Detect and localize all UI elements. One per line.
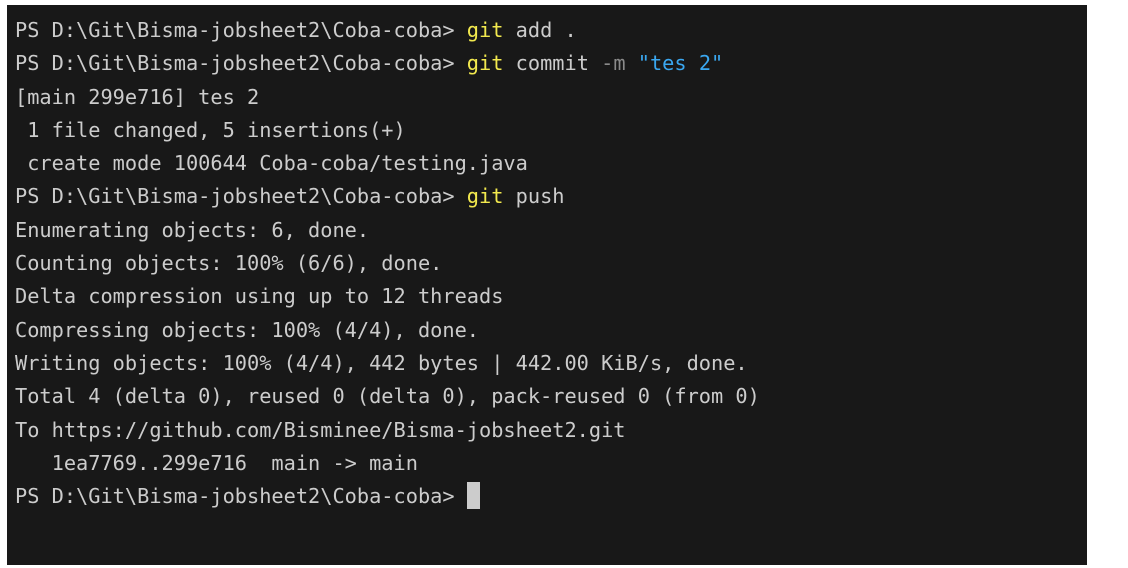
terminal-line: 1 file changed, 5 insertions(+)	[15, 114, 1087, 147]
output-text: Delta compression using up to 12 threads	[15, 284, 504, 309]
terminal-line: Enumerating objects: 6, done.	[15, 214, 1087, 247]
output-text: Writing objects: 100% (4/4), 442 bytes |…	[15, 350, 748, 375]
text-cursor	[466, 482, 480, 510]
command-args: commit	[503, 51, 602, 76]
terminal-line: PS D:\Git\Bisma-jobsheet2\Coba-coba> git…	[15, 14, 1087, 47]
output-text: create mode 100644 Coba-coba/testing.jav…	[15, 151, 528, 176]
prompt-text: PS D:\Git\Bisma-jobsheet2\Coba-coba>	[15, 51, 467, 76]
terminal-line: Counting objects: 100% (6/6), done.	[15, 247, 1087, 280]
command-args: push	[503, 184, 565, 209]
output-text: Enumerating objects: 6, done.	[15, 217, 370, 242]
output-text: Counting objects: 100% (6/6), done.	[15, 251, 443, 276]
command-name: git	[466, 18, 504, 42]
terminal-line: Writing objects: 100% (4/4), 442 bytes |…	[15, 347, 1087, 380]
terminal-line: Compressing objects: 100% (4/4), done.	[15, 314, 1087, 347]
terminal-line: 1ea7769..299e716 main -> main	[15, 447, 1087, 480]
terminal-line: To https://github.com/Bisminee/Bisma-job…	[15, 414, 1087, 447]
terminal-line: create mode 100644 Coba-coba/testing.jav…	[15, 147, 1087, 180]
command-string: "tes 2"	[637, 51, 724, 76]
terminal-panel[interactable]: PS D:\Git\Bisma-jobsheet2\Coba-coba> git…	[7, 5, 1087, 565]
output-text: 1ea7769..299e716 main -> main	[15, 450, 418, 475]
screenshot-frame: PS D:\Git\Bisma-jobsheet2\Coba-coba> git…	[0, 0, 1128, 568]
prompt-text: PS D:\Git\Bisma-jobsheet2\Coba-coba>	[15, 184, 467, 209]
command-flag: -m	[601, 51, 626, 76]
prompt-text: PS D:\Git\Bisma-jobsheet2\Coba-coba>	[15, 484, 467, 509]
prompt-text: PS D:\Git\Bisma-jobsheet2\Coba-coba>	[15, 18, 467, 42]
command-name: git	[466, 184, 504, 209]
terminal-line: PS D:\Git\Bisma-jobsheet2\Coba-coba> git…	[15, 180, 1087, 213]
output-text: [main 299e716] tes 2	[15, 84, 260, 109]
output-text: To https://github.com/Bisminee/Bisma-job…	[15, 417, 626, 442]
output-text: Compressing objects: 100% (4/4), done.	[15, 317, 479, 342]
terminal-line: PS D:\Git\Bisma-jobsheet2\Coba-coba>	[15, 480, 1087, 513]
terminal-line: PS D:\Git\Bisma-jobsheet2\Coba-coba> git…	[15, 47, 1087, 80]
command-args: add .	[503, 18, 577, 42]
terminal-line: [main 299e716] tes 2	[15, 81, 1087, 114]
terminal-line: Total 4 (delta 0), reused 0 (delta 0), p…	[15, 380, 1087, 413]
terminal-line: Delta compression using up to 12 threads	[15, 280, 1087, 313]
command-name: git	[466, 51, 504, 76]
output-text: Total 4 (delta 0), reused 0 (delta 0), p…	[15, 384, 760, 409]
output-text: 1 file changed, 5 insertions(+)	[15, 117, 406, 142]
